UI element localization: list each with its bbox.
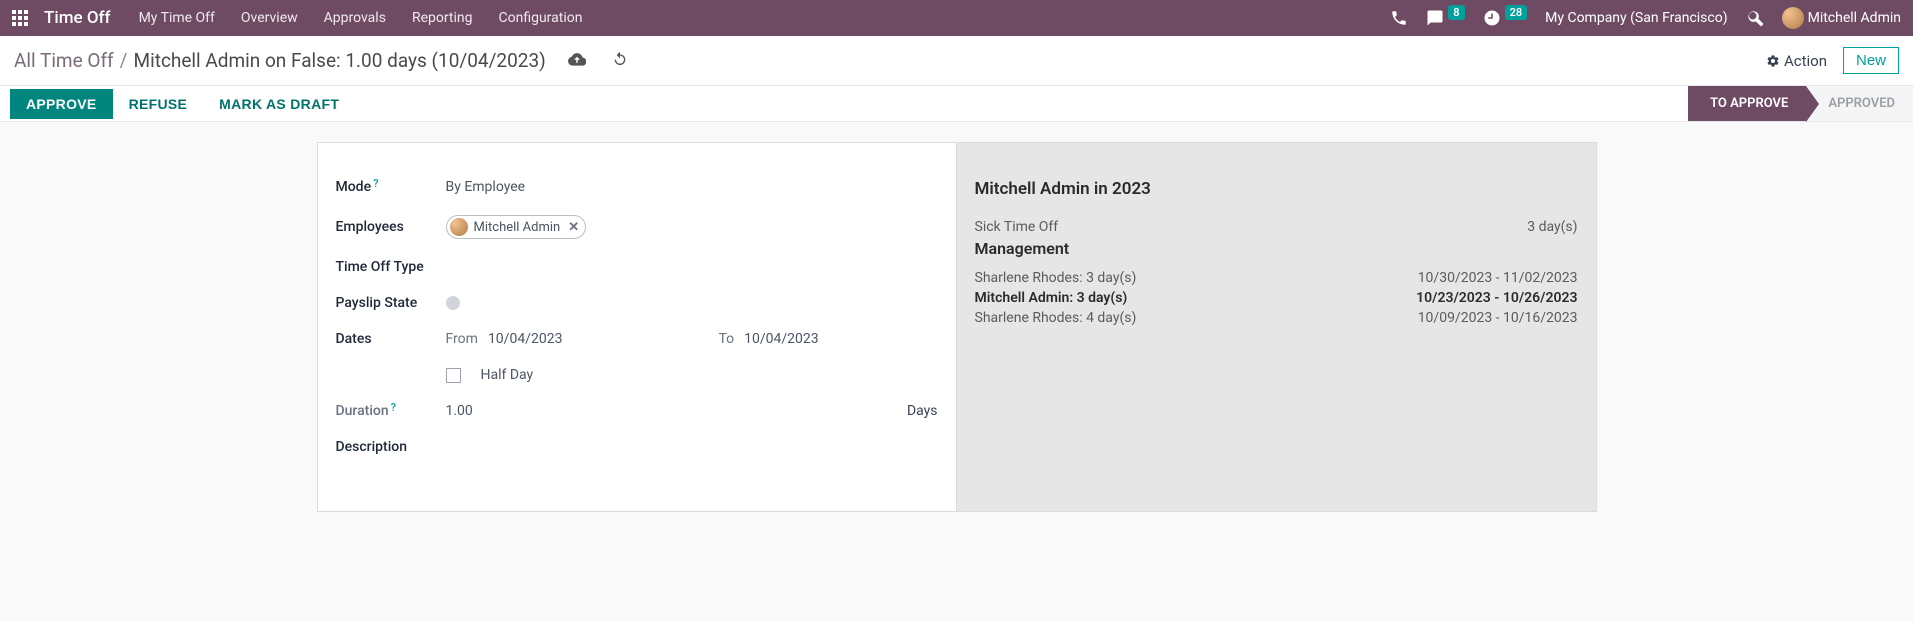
- list-item[interactable]: Mitchell Admin: 3 day(s) 10/23/2023 - 10/…: [975, 288, 1578, 308]
- employees-value[interactable]: Mitchell Admin ✕: [446, 215, 938, 239]
- subheader-right: Action New: [1766, 47, 1899, 74]
- status-dot-icon: [446, 296, 460, 310]
- half-day-label: Half Day: [481, 367, 534, 383]
- half-day-row: Half Day: [446, 367, 938, 383]
- undo-icon[interactable]: [612, 51, 628, 71]
- dates-label: Dates: [336, 331, 446, 347]
- tools-icon[interactable]: [1746, 9, 1764, 27]
- list-item[interactable]: Sharlene Rhodes: 3 day(s) 10/30/2023 - 11…: [975, 268, 1578, 288]
- new-button[interactable]: New: [1843, 47, 1899, 74]
- from-date[interactable]: 10/04/2023: [488, 331, 563, 347]
- from-label: From: [446, 331, 478, 347]
- mark-draft-button[interactable]: MARK AS DRAFT: [203, 89, 355, 119]
- avatar: [450, 218, 468, 236]
- list-item-range: 10/30/2023 - 11/02/2023: [1418, 270, 1578, 286]
- nav-configuration[interactable]: Configuration: [499, 10, 583, 26]
- list-item-range: 10/23/2023 - 10/26/2023: [1416, 290, 1577, 306]
- payslip-state-label: Payslip State: [336, 295, 446, 311]
- status-bar: APPROVE REFUSE MARK AS DRAFT TO APPROVE …: [0, 86, 1913, 122]
- form-sheet: Mode? By Employee Employees Mitchell Adm…: [317, 142, 1597, 512]
- approve-button[interactable]: APPROVE: [10, 89, 113, 119]
- duration-value[interactable]: 1.00: [446, 403, 473, 419]
- employees-label: Employees: [336, 219, 446, 235]
- action-label: Action: [1784, 52, 1827, 70]
- refuse-button[interactable]: REFUSE: [113, 89, 204, 119]
- list-item[interactable]: Sharlene Rhodes: 4 day(s) 10/09/2023 - 10…: [975, 308, 1578, 328]
- help-icon[interactable]: ?: [391, 401, 396, 414]
- summary-line: Sick Time Off 3 day(s): [975, 217, 1578, 237]
- user-name: Mitchell Admin: [1808, 10, 1901, 26]
- app-title[interactable]: Time Off: [44, 8, 111, 28]
- status-actions: APPROVE REFUSE MARK AS DRAFT: [0, 86, 355, 121]
- apps-icon[interactable]: [12, 10, 28, 26]
- form-left: Mode? By Employee Employees Mitchell Adm…: [318, 143, 956, 511]
- mode-value[interactable]: By Employee: [446, 179, 938, 195]
- chat-icon[interactable]: 8: [1426, 9, 1464, 27]
- stage-approved[interactable]: APPROVED: [1806, 86, 1913, 121]
- list-item-range: 10/09/2023 - 10/16/2023: [1418, 310, 1578, 326]
- to-label: To: [718, 331, 734, 347]
- action-dropdown[interactable]: Action: [1766, 52, 1827, 70]
- breadcrumb: All Time Off / Mitchell Admin on False: …: [14, 49, 628, 72]
- remove-tag-icon[interactable]: ✕: [568, 220, 579, 235]
- form-right: Mitchell Admin in 2023 Sick Time Off 3 d…: [956, 143, 1596, 511]
- avatar: [1782, 7, 1804, 29]
- list-item-name: Mitchell Admin: 3 day(s): [975, 290, 1128, 306]
- duration-label-text: Duration: [336, 403, 389, 419]
- summary-days: 3 day(s): [1527, 219, 1577, 235]
- activity-icon[interactable]: 28: [1483, 9, 1528, 27]
- payslip-state-value: [446, 296, 938, 310]
- stage-to-approve[interactable]: TO APPROVE: [1688, 86, 1806, 121]
- employee-tag-name: Mitchell Admin: [474, 220, 561, 235]
- half-day-checkbox[interactable]: [446, 368, 461, 383]
- duration-label: Duration?: [336, 403, 446, 419]
- nav-overview[interactable]: Overview: [241, 10, 298, 26]
- mode-label: Mode?: [336, 179, 446, 195]
- breadcrumb-sep: /: [120, 49, 128, 72]
- company-switcher[interactable]: My Company (San Francisco): [1545, 10, 1727, 26]
- nav-my-time-off[interactable]: My Time Off: [139, 10, 215, 26]
- employee-tag[interactable]: Mitchell Admin ✕: [446, 215, 587, 239]
- user-menu[interactable]: Mitchell Admin: [1782, 7, 1901, 29]
- summary-title: Mitchell Admin in 2023: [975, 179, 1578, 199]
- nav-reporting[interactable]: Reporting: [412, 10, 473, 26]
- summary-name: Sick Time Off: [975, 219, 1059, 235]
- duration-unit: Days: [907, 403, 938, 419]
- breadcrumb-current: Mitchell Admin on False: 1.00 days (10/0…: [134, 49, 546, 72]
- top-nav: My Time Off Overview Approvals Reporting…: [139, 10, 583, 26]
- section-title: Management: [975, 239, 1578, 258]
- list-item-name: Sharlene Rhodes: 4 day(s): [975, 310, 1137, 326]
- cloud-upload-icon[interactable]: [568, 50, 586, 72]
- description-label: Description: [336, 439, 446, 455]
- help-icon[interactable]: ?: [373, 177, 378, 190]
- to-date[interactable]: 10/04/2023: [744, 331, 819, 347]
- list-item-name: Sharlene Rhodes: 3 day(s): [975, 270, 1137, 286]
- management-list: Sharlene Rhodes: 3 day(s) 10/30/2023 - 11…: [975, 268, 1578, 328]
- phone-icon[interactable]: [1390, 9, 1408, 27]
- time-off-type-label: Time Off Type: [336, 259, 446, 275]
- top-navbar: Time Off My Time Off Overview Approvals …: [0, 0, 1913, 36]
- mode-label-text: Mode: [336, 179, 372, 195]
- breadcrumb-root[interactable]: All Time Off: [14, 49, 114, 72]
- activity-badge: 28: [1505, 5, 1528, 20]
- status-stages: TO APPROVE APPROVED: [1688, 86, 1913, 121]
- dates-value: From 10/04/2023 To 10/04/2023: [446, 331, 938, 347]
- chat-badge: 8: [1448, 5, 1464, 20]
- subheader: All Time Off / Mitchell Admin on False: …: [0, 36, 1913, 86]
- duration-value-row: 1.00 Days: [446, 403, 938, 419]
- nav-approvals[interactable]: Approvals: [324, 10, 386, 26]
- topbar-right: 8 28 My Company (San Francisco) Mitchell…: [1390, 7, 1901, 29]
- content-area: Mode? By Employee Employees Mitchell Adm…: [0, 122, 1913, 552]
